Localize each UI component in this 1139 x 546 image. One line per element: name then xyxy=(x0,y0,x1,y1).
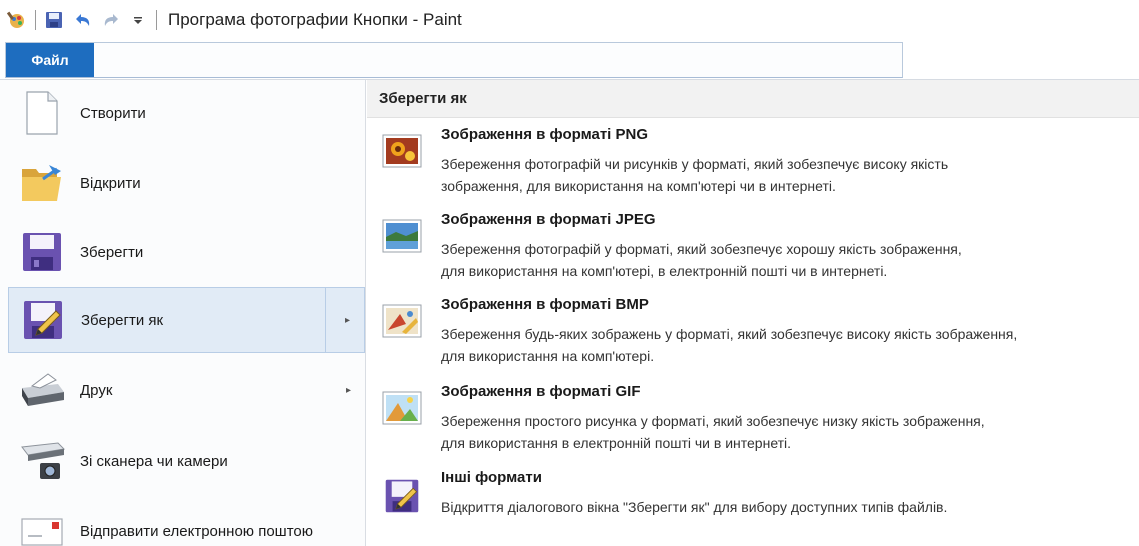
save-as-png-option[interactable]: Зображення в форматі PNG Збереження фото… xyxy=(379,126,1134,204)
menu-item-label: Зберегти xyxy=(80,243,144,261)
option-title: Зображення в форматі GIF xyxy=(441,383,641,400)
option-title: Зображення в форматі PNG xyxy=(441,126,649,143)
email-icon xyxy=(16,505,68,546)
submenu-heading: Зберегти як xyxy=(367,80,1139,118)
window-title: Програма фотографии Кнопки - Paint xyxy=(168,10,462,29)
paint-app-icon[interactable] xyxy=(6,9,28,31)
bmp-image-icon xyxy=(379,300,425,342)
toolbar-divider xyxy=(35,10,36,30)
save-icon[interactable] xyxy=(43,9,65,31)
menu-item-label: Зі сканера чи камери xyxy=(80,452,228,470)
undo-icon[interactable] xyxy=(71,9,93,31)
menu-item-label: Створити xyxy=(80,104,146,122)
menu-item-label: Відкрити xyxy=(80,174,141,192)
save-as-submenu: Зберегти як Зображення в форматі PNG Збе… xyxy=(367,80,1139,546)
option-description: Збереження фотографій чи рисунків у форм… xyxy=(441,156,949,194)
quick-access-toolbar xyxy=(0,0,164,40)
menu-item-from-scanner[interactable]: Зі сканера чи камери xyxy=(8,428,365,494)
menu-item-open[interactable]: Відкрити xyxy=(8,150,365,216)
customize-dropdown-icon[interactable] xyxy=(127,9,149,31)
png-image-icon xyxy=(379,130,425,172)
redo-icon[interactable] xyxy=(101,9,123,31)
open-folder-icon xyxy=(16,157,68,209)
file-menu-commands: Створити Відкрити Зберегти Зберегти як ▸ xyxy=(0,80,366,546)
submenu-arrow-icon: ▸ xyxy=(345,384,351,396)
option-description: Збереження фотографій у форматі, який зо… xyxy=(441,241,962,279)
title-bar: Програма фотографии Кнопки - Paint xyxy=(0,0,1139,40)
menu-item-label: Друк xyxy=(80,381,113,399)
menu-item-label: Відправити електронною поштою xyxy=(80,522,314,540)
printer-icon xyxy=(16,364,68,416)
option-title: Інші формати xyxy=(441,469,542,486)
gif-image-icon xyxy=(379,387,425,429)
option-title: Зображення в форматі JPEG xyxy=(441,211,656,228)
menu-item-new[interactable]: Створити xyxy=(8,80,365,146)
option-description: Збереження простого рисунка у форматі, я… xyxy=(441,413,985,451)
menu-item-save-as[interactable]: Зберегти як ▸ xyxy=(8,287,365,353)
menu-item-save[interactable]: Зберегти xyxy=(8,219,365,285)
save-as-gif-option[interactable]: Зображення в форматі GIF Збереження прос… xyxy=(379,383,1134,461)
save-as-jpeg-option[interactable]: Зображення в форматі JPEG Збереження фот… xyxy=(379,211,1134,289)
option-description: Відкриття діалогового вікна "Зберегти як… xyxy=(441,499,948,515)
save-icon xyxy=(16,226,68,278)
save-as-bmp-option[interactable]: Зображення в форматі BMP Збереження будь… xyxy=(379,296,1134,374)
menu-item-label: Зберегти як xyxy=(81,311,164,329)
option-description: Збереження будь-яких зображень у форматі… xyxy=(441,326,1018,364)
menu-item-send-email[interactable]: Відправити електронною поштою xyxy=(8,498,365,546)
toolbar-divider xyxy=(156,10,157,30)
menu-item-print[interactable]: Друк ▸ xyxy=(8,357,365,423)
file-menu: Створити Відкрити Зберегти Зберегти як ▸ xyxy=(0,79,1139,546)
file-tab[interactable]: Файл xyxy=(6,43,94,77)
submenu-arrow-icon: ▸ xyxy=(344,314,350,326)
option-title: Зображення в форматі BMP xyxy=(441,296,649,313)
scanner-camera-icon xyxy=(16,435,68,487)
ribbon-tab-row: Файл xyxy=(5,42,903,78)
save-as-icon xyxy=(17,294,69,346)
new-document-icon xyxy=(16,87,68,139)
submenu-divider xyxy=(325,288,326,352)
save-as-other-formats-option[interactable]: Інші формати Відкриття діалогового вікна… xyxy=(379,469,1134,531)
jpeg-image-icon xyxy=(379,215,425,257)
other-formats-icon xyxy=(379,475,425,517)
